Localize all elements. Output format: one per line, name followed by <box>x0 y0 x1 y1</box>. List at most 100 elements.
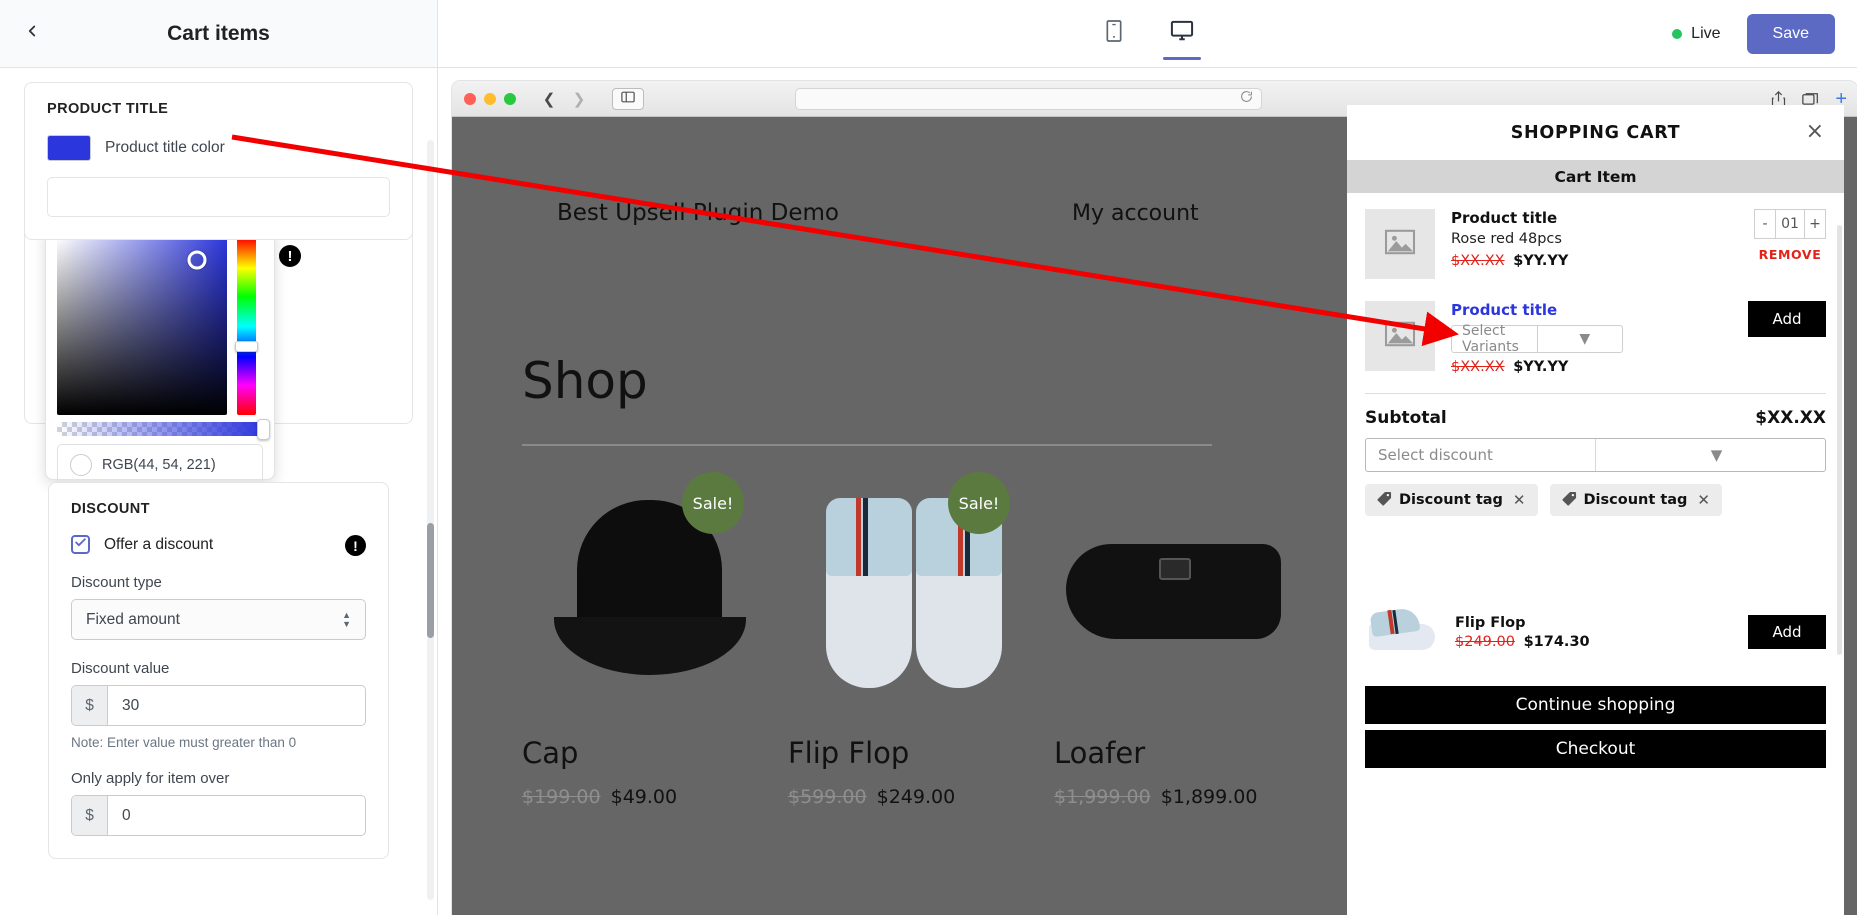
tabs-icon[interactable] <box>1802 92 1819 106</box>
product-price: $1,999.00 $1,899.00 <box>1054 786 1304 808</box>
info-icon[interactable]: ! <box>279 245 301 267</box>
currency-prefix: $ <box>72 686 108 725</box>
browser-url-bar[interactable] <box>795 87 1262 110</box>
product-title-color-swatch[interactable] <box>47 135 91 161</box>
chevron-down-icon: ▼ <box>1595 439 1825 471</box>
product-image <box>1054 462 1304 712</box>
device-tab-desktop[interactable] <box>1161 8 1203 60</box>
product-title-text-field[interactable] <box>47 177 390 217</box>
cart-item-info: Product title Select Variants ▼ $XX.XX $… <box>1451 301 1732 375</box>
checkout-button[interactable]: Checkout <box>1365 730 1826 768</box>
rgb-value-text: RGB(44, 54, 221) <box>102 457 216 473</box>
top-toolbar: Live Save <box>438 0 1857 68</box>
browser-nav-buttons: ❮ ❯ <box>536 88 592 110</box>
left-settings-panel: Cart items ! lor PRODUCT TITLE Product t… <box>0 0 438 915</box>
product-old-price: $599.00 <box>788 786 867 808</box>
upsell-add-button[interactable]: Add <box>1748 615 1826 649</box>
back-button[interactable] <box>12 14 52 54</box>
live-label: Live <box>1691 24 1721 42</box>
divider <box>522 444 1212 446</box>
cart-item-thumbnail <box>1365 301 1435 371</box>
traffic-lights <box>464 92 516 105</box>
discount-tag-list: Discount tag ✕ Discount tag ✕ <box>1365 484 1826 516</box>
device-preview-tabs <box>1093 8 1203 60</box>
device-tab-mobile[interactable] <box>1093 8 1135 60</box>
saturation-value-area[interactable] <box>57 238 227 415</box>
only-apply-label: Only apply for item over <box>71 770 230 787</box>
cart-scrollbar[interactable] <box>1837 225 1842 655</box>
price-tag-icon <box>1561 491 1577 510</box>
quantity-increment-button[interactable]: + <box>1804 209 1826 239</box>
cart-item-price: $XX.XX $YY.YY <box>1451 253 1738 269</box>
only-apply-input[interactable] <box>108 796 365 835</box>
cart-item-title-link[interactable]: Product title <box>1451 301 1732 319</box>
maximize-window-button[interactable] <box>504 92 516 105</box>
minimize-window-button[interactable] <box>484 92 496 105</box>
browser-forward-button[interactable]: ❯ <box>566 88 592 110</box>
discount-type-value: Fixed amount <box>86 610 180 628</box>
subtotal-label: Subtotal <box>1365 408 1447 428</box>
discount-tag[interactable]: Discount tag ✕ <box>1365 484 1538 516</box>
product-name: Loafer <box>1054 736 1146 770</box>
loafer-buckle <box>1159 558 1191 580</box>
close-icon[interactable]: ✕ <box>1697 491 1710 509</box>
info-icon[interactable]: ! <box>345 535 366 556</box>
discount-heading: DISCOUNT <box>71 501 150 517</box>
cart-header: SHOPPING CART × <box>1347 105 1844 160</box>
remove-item-link[interactable]: REMOVE <box>1754 247 1826 262</box>
cart-item-price: $XX.XX $YY.YY <box>1451 359 1732 375</box>
reload-icon[interactable] <box>1240 90 1253 108</box>
subtotal-row: Subtotal $XX.XX <box>1365 394 1826 438</box>
hue-slider[interactable] <box>235 238 258 415</box>
browser-back-button[interactable]: ❮ <box>536 88 562 110</box>
offer-discount-checkbox[interactable] <box>71 535 90 554</box>
cart-item-sale-price: $YY.YY <box>1513 359 1569 375</box>
add-to-cart-button[interactable]: Add <box>1748 301 1826 337</box>
flipflop-illustration-left <box>826 498 912 688</box>
image-placeholder-icon <box>1384 320 1416 352</box>
save-button[interactable]: Save <box>1746 13 1835 54</box>
left-panel-scrollbar-track[interactable] <box>427 140 434 900</box>
cart-line-item: Product title Rose red 48pcs $XX.XX $YY.… <box>1365 193 1826 279</box>
rgb-value-box[interactable]: RGB(44, 54, 221) <box>57 444 263 486</box>
saturation-knob[interactable] <box>187 250 207 270</box>
product-title-card: PRODUCT TITLE Product title color <box>24 82 413 240</box>
product-card[interactable]: Sale! Cap $199.00 $49.00 <box>522 462 772 808</box>
mobile-icon <box>1104 19 1124 48</box>
product-card[interactable]: Sale! Flip Flop $599.00 $249.00 <box>788 462 1038 808</box>
cart-item-old-price: $XX.XX <box>1451 253 1505 269</box>
discount-tag[interactable]: Discount tag ✕ <box>1549 484 1722 516</box>
my-account-link[interactable]: My account <box>1072 201 1199 226</box>
upsell-old-price: $249.00 <box>1455 633 1515 650</box>
alpha-slider[interactable] <box>57 422 264 436</box>
cart-item-title: Product title <box>1451 209 1558 227</box>
discount-type-select[interactable]: Fixed amount ▲ ▼ <box>71 599 366 640</box>
discount-value-input[interactable] <box>108 686 365 725</box>
product-price: $199.00 $49.00 <box>522 786 772 808</box>
variant-placeholder: Select Variants <box>1462 323 1519 355</box>
variant-select[interactable]: Select Variants ▼ <box>1451 323 1623 355</box>
chevron-left-icon <box>23 22 41 45</box>
quantity-decrement-button[interactable]: - <box>1754 209 1776 239</box>
hue-knob[interactable] <box>235 341 258 352</box>
discount-select[interactable]: Select discount ▼ <box>1365 438 1826 472</box>
left-panel-scrollbar-thumb[interactable] <box>427 523 434 638</box>
close-icon[interactable]: ✕ <box>1513 491 1526 509</box>
toolbar-right-group: Live Save <box>1672 13 1835 54</box>
product-card[interactable]: Loafer $1,999.00 $1,899.00 <box>1054 462 1304 808</box>
cart-item-variant: Rose red 48pcs <box>1451 231 1562 247</box>
upsell-product-name: Flip Flop <box>1455 614 1526 631</box>
sale-badge: Sale! <box>682 472 744 534</box>
close-icon[interactable]: × <box>1806 121 1824 143</box>
continue-shopping-button[interactable]: Continue shopping <box>1365 686 1826 724</box>
close-window-button[interactable] <box>464 92 476 105</box>
chevron-left-icon: ❮ <box>542 90 556 108</box>
alpha-knob[interactable] <box>257 419 270 440</box>
plus-icon[interactable]: + <box>1835 89 1847 109</box>
upsell-row: Flip Flop $249.00 $174.30 Add <box>1365 604 1826 660</box>
browser-sidebar-toggle[interactable] <box>612 87 644 110</box>
product-sale-price: $1,899.00 <box>1160 786 1258 808</box>
cart-item-sale-price: $YY.YY <box>1513 253 1569 269</box>
quantity-value[interactable]: 01 <box>1776 209 1804 239</box>
cart-item-actions: - 01 + REMOVE <box>1754 209 1826 279</box>
